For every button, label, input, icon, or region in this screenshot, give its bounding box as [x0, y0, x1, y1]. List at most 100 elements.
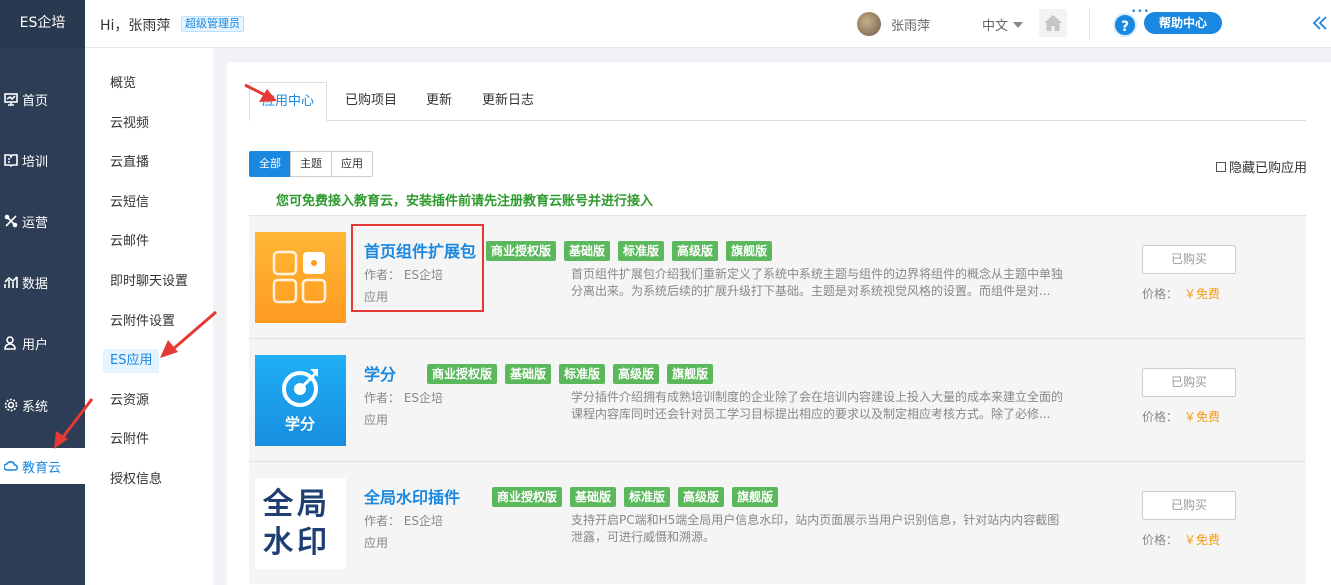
home-button[interactable] — [1039, 9, 1067, 37]
home-icon — [1044, 15, 1062, 31]
filter-all-button[interactable]: 全部 — [249, 151, 291, 177]
tab-changelog[interactable]: 更新日志 — [482, 82, 534, 121]
help-icon: ? — [1113, 13, 1137, 37]
app-title[interactable]: 全局水印插件 — [364, 484, 460, 508]
sub-sidebar: 概览 云视频 云直播 云短信 云邮件 即时聊天设置 云附件设置 ES应用 云资源… — [85, 48, 213, 585]
app-type: 应用 — [364, 413, 389, 427]
nav-item-users[interactable]: 用户 — [0, 325, 85, 361]
subnav-item-cloud-resources[interactable]: 云资源 — [110, 391, 149, 411]
collapse-icon[interactable] — [1311, 14, 1329, 32]
app-card[interactable]: 首页组件扩展包 商业授权版 基础版 标准版 高级版 旗舰版 作者： ES企培 应… — [249, 215, 1306, 338]
app-card[interactable]: 学分 学分 商业授权版 基础版 标准版 高级版 旗舰版 作者： ES企培 应用 … — [249, 338, 1306, 461]
greeting-text: Hi，张雨萍 — [100, 18, 171, 34]
top-header: Hi，张雨萍 超级管理员 张雨萍 中文 ••• ? 帮助中心 — [85, 0, 1331, 48]
thumb-text: 学分 — [285, 415, 315, 433]
app-author: 作者： ES企培 — [364, 391, 444, 405]
badge-standard: 标准版 — [624, 487, 671, 507]
filter-group: 全部 主题 应用 — [249, 151, 373, 177]
nav-label: 用户 — [22, 337, 49, 353]
language-dropdown[interactable]: 中文 — [982, 15, 1024, 34]
price-value: ￥免费 — [1184, 410, 1221, 424]
price-label: 价格： — [1142, 533, 1179, 547]
tab-app-center[interactable]: 应用中心 — [249, 82, 327, 121]
purchased-button[interactable]: 已购买 — [1142, 491, 1236, 520]
app-title[interactable]: 学分 — [364, 361, 396, 385]
chart-icon — [4, 276, 18, 288]
nav-label: 运营 — [22, 215, 49, 231]
chevron-down-icon — [1013, 22, 1024, 28]
cloud-icon — [4, 461, 18, 471]
nav-item-operations[interactable]: 运营 — [0, 203, 85, 239]
badge-basic: 基础版 — [505, 364, 552, 384]
subnav-item-cloud-video[interactable]: 云视频 — [110, 114, 149, 134]
nav-item-system[interactable]: 系统 — [0, 387, 85, 423]
app-thumbnail[interactable] — [255, 232, 346, 323]
badge-flagship: 旗舰版 — [732, 487, 779, 507]
subnav-item-attachment-settings[interactable]: 云附件设置 — [110, 312, 175, 332]
app-price: 价格： ￥免费 — [1142, 408, 1220, 425]
subnav-item-license-info[interactable]: 授权信息 — [110, 470, 162, 490]
subnav-item-cloud-email[interactable]: 云邮件 — [110, 232, 149, 252]
filter-app-button[interactable]: 应用 — [331, 151, 373, 177]
tab-bar: 应用中心 已购项目 更新 更新日志 — [249, 82, 1306, 121]
main-content: 应用中心 已购项目 更新 更新日志 全部 主题 应用 隐藏已购应用 您可免费接入… — [227, 62, 1331, 585]
app-price: 价格： ￥免费 — [1142, 531, 1220, 548]
subnav-item-cloud-live[interactable]: 云直播 — [110, 153, 149, 173]
hide-bought-checkbox[interactable]: 隐藏已购应用 — [1216, 157, 1307, 176]
badge-basic: 基础版 — [570, 487, 617, 507]
highlight-box — [351, 224, 484, 312]
target-icon: 学分 — [282, 369, 318, 433]
nav-item-data[interactable]: 数据 — [0, 264, 85, 300]
cross-tools-icon — [4, 214, 18, 228]
nav-label: 首页 — [22, 93, 49, 109]
username[interactable]: 张雨萍 — [891, 15, 930, 34]
purchased-button[interactable]: 已购买 — [1142, 245, 1236, 274]
badge-advanced: 高级版 — [613, 364, 660, 384]
tab-updates[interactable]: 更新 — [426, 82, 452, 121]
subnav-item-cloud-attachments[interactable]: 云附件 — [110, 430, 149, 450]
subnav-item-overview[interactable]: 概览 — [110, 74, 136, 94]
subnav-item-es-apps[interactable]: ES应用 — [103, 349, 160, 373]
app-card[interactable]: 全局水印 全局水印插件 商业授权版 基础版 标准版 高级版 旗舰版 作者： ES… — [249, 461, 1306, 584]
hide-bought-label: 隐藏已购应用 — [1229, 161, 1308, 176]
book-icon — [4, 154, 18, 167]
checkbox-box[interactable] — [1216, 161, 1226, 172]
app-description: 首页组件扩展包介绍我们重新定义了系统中系统主题与组件的边界将组件的概念从主题中单… — [571, 267, 1064, 298]
edition-badges: 商业授权版 基础版 标准版 高级版 旗舰版 — [492, 487, 779, 507]
nav-label: 数据 — [22, 276, 49, 292]
nav-label: 培训 — [22, 154, 49, 170]
purchased-button[interactable]: 已购买 — [1142, 368, 1236, 397]
nav-label: 教育云 — [22, 460, 62, 476]
nav-item-home[interactable]: 首页 — [0, 81, 85, 117]
widgets-icon — [272, 250, 327, 304]
app-description: 支持开启PC端和H5端全局用户信息水印，站内页面展示当用户识别信息，针对站内内容… — [571, 513, 1060, 544]
app-author: 作者： ES企培 — [364, 514, 444, 528]
notice-text: 您可免费接入教育云，安装插件前请先注册教育云账号并进行接入 — [276, 194, 654, 209]
badge-advanced: 高级版 — [678, 487, 725, 507]
badge-standard: 标准版 — [618, 241, 665, 261]
main-sidebar: ES企培 首页 培训 运营 数据 用户 系统 教育云 — [0, 0, 85, 585]
badge-flagship: 旗舰版 — [667, 364, 714, 384]
price-value: ￥免费 — [1184, 533, 1221, 547]
badge-commercial: 商业授权版 — [427, 364, 498, 384]
nav-item-training[interactable]: 培训 — [0, 142, 85, 178]
badge-standard: 标准版 — [559, 364, 606, 384]
subnav-item-im-settings[interactable]: 即时聊天设置 — [110, 272, 188, 292]
price-label: 价格： — [1142, 287, 1179, 301]
app-thumbnail[interactable]: 学分 — [255, 355, 346, 446]
language-label: 中文 — [982, 19, 1009, 34]
divider — [1089, 8, 1090, 40]
thumb-text: 全局水印 — [263, 487, 331, 560]
app-description: 学分插件介绍拥有成熟培训制度的企业除了会在培训内容建设上投入大量的成本来建立全面… — [571, 390, 1064, 421]
filter-theme-button[interactable]: 主题 — [290, 151, 332, 177]
avatar[interactable] — [857, 12, 881, 36]
nav-item-edu-cloud[interactable]: 教育云 — [0, 448, 85, 484]
subnav-item-cloud-sms[interactable]: 云短信 — [110, 193, 149, 213]
help-center-button[interactable]: ••• ? 帮助中心 — [1111, 7, 1225, 39]
user-icon — [4, 336, 16, 350]
tab-purchased[interactable]: 已购项目 — [345, 82, 397, 121]
brand-logo[interactable]: ES企培 — [0, 0, 85, 48]
nav-label: 系统 — [22, 399, 49, 415]
app-thumbnail[interactable]: 全局水印 — [255, 478, 346, 569]
app-price: 价格： ￥免费 — [1142, 285, 1220, 302]
